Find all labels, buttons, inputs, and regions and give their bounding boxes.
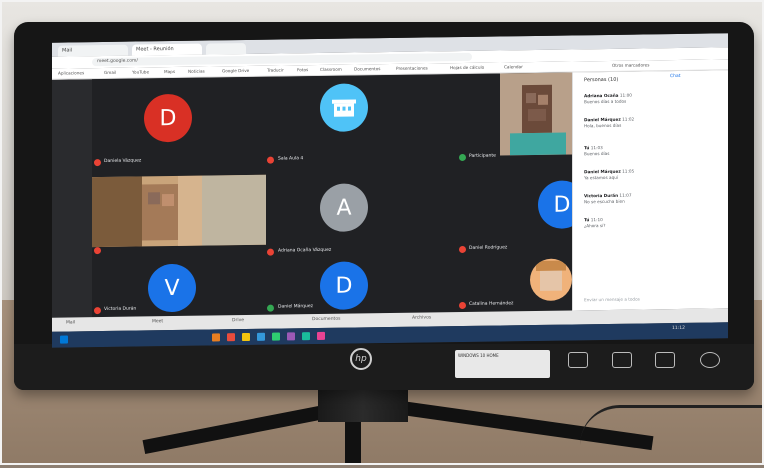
chrome-icon[interactable] (227, 333, 235, 342)
screen: Mail Meet - Reunión meet.google.com/ Apl… (52, 33, 728, 348)
chat-text: Buenos días (584, 150, 610, 157)
participant-avatar-room (320, 83, 368, 132)
mic-off-icon (459, 301, 466, 310)
building-icon (332, 99, 356, 117)
bookmark-item[interactable]: Otros marcadores (612, 62, 649, 68)
chat-author: Tú (584, 217, 590, 223)
participant-name: Participante (469, 153, 496, 159)
chat-text: Buenos días a todos (584, 98, 627, 105)
bookmark-item[interactable]: Gmail (104, 70, 116, 75)
chat-author: Tú (584, 145, 590, 151)
chat-author: Adriana Ocaña (584, 92, 619, 99)
bookmark-item[interactable]: Traducir (267, 67, 284, 72)
bookmark-item[interactable]: Classroom (320, 67, 342, 72)
mic-off-icon (94, 247, 101, 255)
mic-on-icon (459, 153, 466, 162)
chat-author: Daniel Márquez (584, 116, 621, 123)
chat-text: No se escucha bien (584, 198, 625, 205)
participant-name: Catalina Hernández (469, 301, 514, 307)
side-panel (572, 70, 728, 311)
mic-off-icon (459, 245, 466, 254)
mic-off-icon (94, 307, 101, 315)
taskbar-item[interactable]: Mail (66, 320, 75, 325)
participant-avatar: A (320, 183, 368, 232)
chat-text: Hola, buenos días (584, 122, 622, 129)
bookmark-item[interactable]: YouTube (132, 69, 149, 74)
participant-avatar: V (148, 263, 196, 313)
browser-tab[interactable] (206, 43, 246, 55)
chat-time: 11:03 (590, 145, 603, 151)
bookmark-item[interactable]: Calendar (504, 64, 523, 69)
bookmark-item[interactable]: Documentos (354, 66, 380, 71)
participant-avatar: D (144, 93, 192, 143)
chat-message: Victoria Durán 11:07 No se escucha bien (584, 192, 654, 205)
clipboard-icon (612, 352, 632, 368)
chat-time: 11:05 (622, 168, 635, 174)
bookmark-item[interactable]: Aplicaciones (58, 70, 84, 75)
mic-off-icon (267, 156, 274, 164)
cable (580, 405, 764, 468)
participant-name: Victoria Durán (104, 306, 137, 312)
participant-name: Daniela Vázquez (104, 158, 142, 164)
bookmark-item[interactable]: Google Drive (222, 68, 249, 73)
app-icon[interactable] (302, 332, 310, 341)
hp-logo: hp (350, 348, 372, 370)
bookmark-item[interactable]: Maps (164, 69, 175, 74)
start-icon[interactable] (60, 335, 68, 344)
participant-name: Adriana Ocaña Vázquez (278, 247, 332, 254)
app-icon[interactable] (287, 332, 295, 341)
folder-icon[interactable] (242, 332, 250, 342)
participant-name: Daniel Márquez (278, 304, 314, 310)
chat-text: Ya estamos aquí (584, 174, 619, 181)
bookmark-item[interactable]: Hojas de cálculo (450, 65, 484, 70)
bookmark-item[interactable]: Presentaciones (396, 65, 428, 70)
taskbar-item[interactable]: Archivos (412, 315, 431, 320)
chat-message: Daniel Márquez 11:02 Hola, buenos días (584, 116, 654, 129)
participant-video-pixelated (92, 174, 266, 248)
chat-tab[interactable]: Chat (670, 74, 681, 79)
participant-name: Daniel Rodríguez (469, 245, 508, 251)
mic-off-icon (267, 248, 274, 256)
meeting-grid: D Daniela Vázquez Sala Aula 4 Participan… (92, 72, 586, 318)
participant-photo (530, 258, 572, 302)
chat-message: Adriana Ocaña 11:00 Buenos días a todos (584, 92, 654, 105)
participant-name: Sala Aula 4 (278, 156, 304, 162)
mic-on-icon (267, 304, 274, 312)
mail-icon[interactable] (257, 332, 265, 341)
speaker-icon (568, 352, 588, 368)
chat-text: ¿Ahora sí? (584, 222, 606, 229)
taskbar-item[interactable]: Meet (152, 319, 163, 324)
bookmark-item[interactable]: Fotos (297, 67, 308, 72)
app-icon[interactable] (317, 331, 325, 341)
taskbar-item[interactable]: Documentos (312, 317, 340, 322)
chat-time: 11:07 (619, 192, 632, 198)
panel-title: Personas (10) (584, 76, 619, 84)
chat-author: Daniel Márquez (584, 168, 621, 175)
participant-video-pixelated (500, 72, 572, 156)
taskbar-item[interactable]: Drive (232, 318, 244, 323)
chat-message: Tú 11:10 ¿Ahora sí? (584, 216, 654, 229)
monitor-chin (14, 344, 754, 390)
monitor-sticker: WINDOWS 10 HOME (455, 350, 550, 378)
app-icon[interactable] (272, 332, 280, 341)
mic-off-icon (94, 159, 101, 167)
chat-time: 11:02 (622, 116, 635, 122)
hp-badge-icon (700, 352, 720, 368)
chat-time: 11:10 (590, 217, 603, 223)
chat-author: Victoria Durán (584, 192, 619, 199)
participant-avatar: D (320, 261, 368, 310)
bookmark-item[interactable]: Noticias (188, 69, 205, 74)
monitor-icon (655, 352, 675, 368)
chat-time: 11:00 (619, 92, 632, 98)
chat-message: Daniel Márquez 11:05 Ya estamos aquí (584, 168, 654, 181)
explorer-icon[interactable] (212, 333, 220, 342)
chat-message: Tú 11:03 Buenos días (584, 144, 654, 157)
clock: 11:12 (672, 325, 685, 332)
